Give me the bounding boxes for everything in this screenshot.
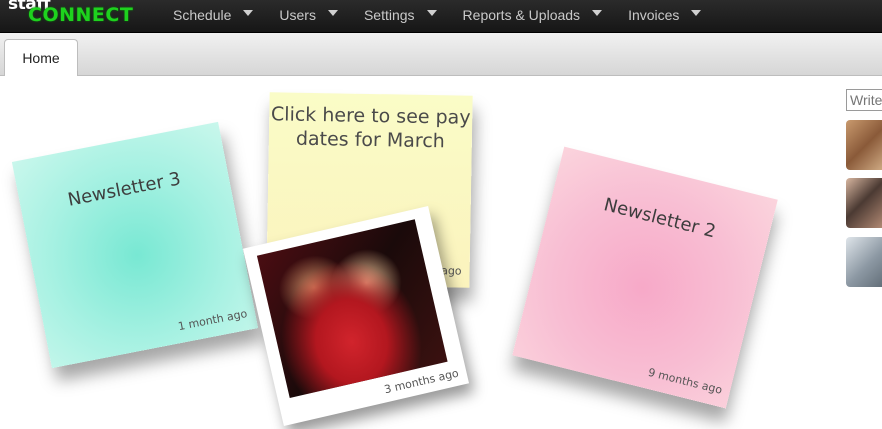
nav-invoices[interactable]: Invoices	[615, 0, 714, 30]
chevron-down-icon	[243, 10, 254, 16]
note-title: Newsletter 2	[601, 194, 718, 243]
photo-image	[256, 219, 448, 399]
note-timestamp: 1 month ago	[176, 306, 249, 334]
nav-users-label: Users	[279, 7, 316, 23]
staffconnect-logo[interactable]: staff CONNECT	[8, 0, 148, 30]
note-title: Newsletter 3	[66, 168, 183, 211]
nav-invoices-label: Invoices	[628, 7, 680, 23]
logo-connect-text: CONNECT	[28, 4, 134, 26]
write-input[interactable]	[846, 89, 882, 111]
sticky-note-newsletter-3[interactable]: Newsletter 3 1 month ago	[11, 121, 259, 369]
nav-reports-uploads-label: Reports & Uploads	[462, 7, 581, 23]
nav-settings-label: Settings	[363, 7, 415, 23]
nav-schedule[interactable]: Schedule	[160, 0, 266, 30]
nav-schedule-label: Schedule	[173, 7, 232, 23]
nav-users[interactable]: Users	[266, 0, 351, 30]
note-title: Click here to see pay dates for March	[270, 103, 471, 153]
chevron-down-icon	[327, 10, 338, 16]
tab-home[interactable]: Home	[4, 39, 78, 76]
chevron-down-icon	[592, 10, 603, 16]
page: staff CONNECT Schedule Users Settings Re…	[0, 0, 882, 429]
note-timestamp: 9 months ago	[646, 365, 724, 397]
nav-reports-uploads[interactable]: Reports & Uploads	[450, 0, 616, 30]
top-navigation-bar: staff CONNECT Schedule Users Settings Re…	[0, 0, 882, 33]
avatar[interactable]	[846, 120, 882, 170]
avatar[interactable]	[846, 237, 882, 287]
main-menu: Schedule Users Settings Reports & Upload…	[160, 0, 714, 32]
sticky-note-newsletter-2[interactable]: Newsletter 2 9 months ago	[512, 146, 778, 409]
chevron-down-icon	[691, 10, 702, 16]
tab-strip: Home	[0, 33, 882, 76]
avatar[interactable]	[846, 178, 882, 228]
chevron-down-icon	[426, 10, 437, 16]
nav-settings[interactable]: Settings	[351, 0, 450, 30]
